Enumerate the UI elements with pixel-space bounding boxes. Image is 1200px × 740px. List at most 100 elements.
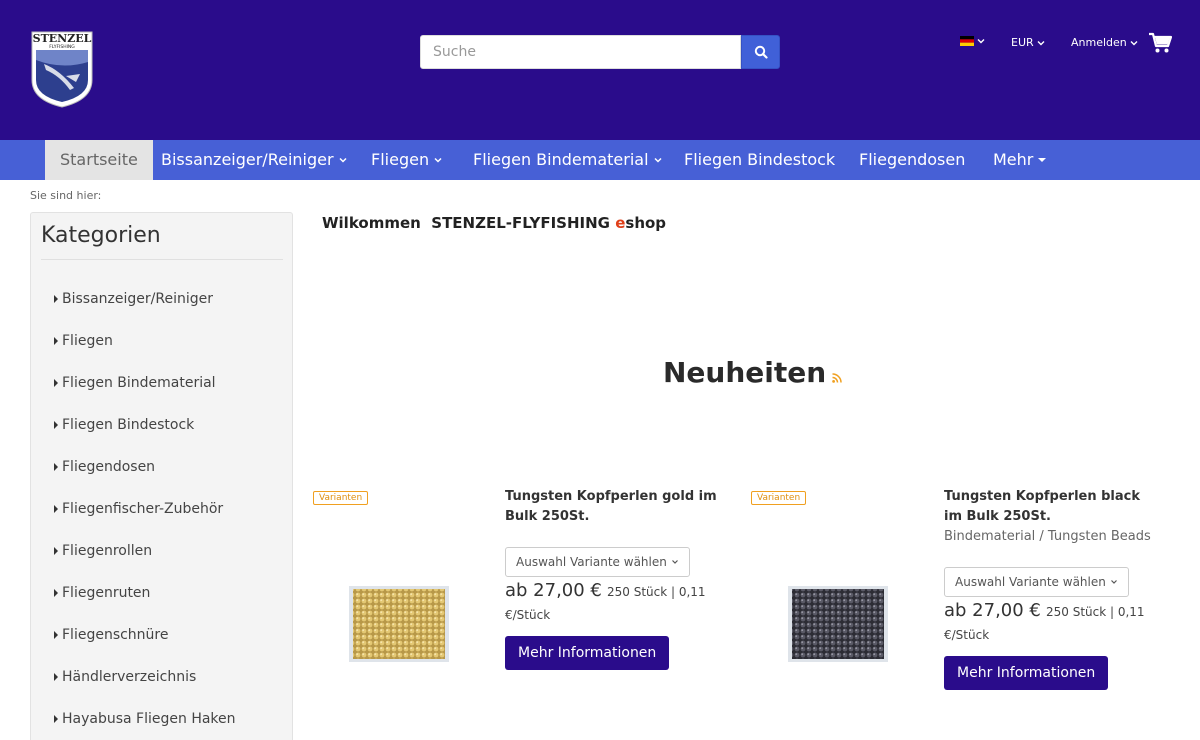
sidebar-item-label: Hayabusa Fliegen Haken (62, 711, 236, 727)
product-image-black-beads[interactable] (788, 586, 888, 662)
nav-fliegen-bindematerial[interactable]: Fliegen Bindematerial (473, 140, 662, 180)
chevron-down-icon (653, 157, 662, 163)
product-category[interactable]: Bindematerial / Tungsten Beads (944, 529, 1151, 544)
sidebar-item-label: Fliegenrollen (62, 543, 153, 559)
caret-right-icon (54, 337, 58, 345)
sidebar-item-label: Fliegen Bindestock (62, 417, 195, 433)
variant-select[interactable]: Auswahl Variante wählen (944, 567, 1129, 597)
welcome-heading: Wilkommen STENZEL-FLYFISHING eshop (322, 214, 666, 232)
svg-text:STENZEL: STENZEL (33, 32, 92, 45)
caret-down-icon (1038, 158, 1047, 162)
sidebar-item-label: Fliegen Bindematerial (62, 375, 216, 391)
caret-right-icon (54, 379, 58, 387)
caret-right-icon (54, 673, 58, 681)
nav-label: Fliegen (371, 150, 430, 169)
caret-right-icon (54, 589, 58, 597)
more-info-button[interactable]: Mehr Informationen (944, 656, 1109, 690)
sidebar-item-hayabusa[interactable]: Hayabusa Fliegen Haken (54, 711, 236, 727)
login-menu[interactable]: Anmelden (1071, 36, 1138, 49)
nav-label: Fliegen Bindestock (684, 150, 836, 169)
nav-mehr[interactable]: Mehr (993, 140, 1047, 180)
cart-icon (1149, 32, 1173, 53)
main-nav: Startseite Bissanzeiger/Reiniger Fliegen… (0, 140, 1200, 180)
product-title[interactable]: Tungsten Kopfperlen gold im Bulk 250St. (505, 487, 720, 527)
caret-right-icon (54, 715, 58, 723)
chevron-down-icon (1037, 40, 1045, 45)
product-title[interactable]: Tungsten Kopfperlen black im Bulk 250St. (944, 487, 1159, 527)
sidebar-item-fliegenruten[interactable]: Fliegenruten (54, 585, 150, 601)
category-sidebar: Kategorien Bissanzeiger/Reiniger Fliegen… (30, 212, 293, 740)
nav-bissanzeiger[interactable]: Bissanzeiger/Reiniger (161, 140, 347, 180)
nav-label: Startseite (60, 150, 138, 169)
sidebar-item-fliegenfischer-zubehoer[interactable]: Fliegenfischer-Zubehör (54, 501, 223, 517)
sidebar-item-label: Fliegen (62, 333, 113, 349)
site-header: STENZEL FLYFISHING EUR Anmelden (0, 0, 1200, 140)
sidebar-item-fliegen-bindestock[interactable]: Fliegen Bindestock (54, 417, 194, 433)
login-label: Anmelden (1071, 36, 1127, 49)
sidebar-item-label: Händlerverzeichnis (62, 669, 197, 685)
chevron-down-icon (977, 39, 985, 44)
more-info-button[interactable]: Mehr Informationen (505, 636, 670, 670)
chevron-down-icon (1110, 580, 1117, 584)
variant-select[interactable]: Auswahl Variante wählen (505, 547, 690, 577)
sidebar-item-label: Bissanzeiger/Reiniger (62, 291, 213, 307)
sidebar-item-fliegendosen[interactable]: Fliegendosen (54, 459, 155, 475)
sidebar-item-haendlerverzeichnis[interactable]: Händlerverzeichnis (54, 669, 196, 685)
stenzel-logo[interactable]: STENZEL FLYFISHING (30, 30, 94, 108)
cart-button[interactable] (1148, 32, 1173, 54)
welcome-suffix: shop (625, 214, 667, 232)
caret-right-icon (54, 463, 58, 471)
svg-text:FLYFISHING: FLYFISHING (49, 44, 75, 50)
nav-fliegen-bindestock[interactable]: Fliegen Bindestock (684, 140, 835, 180)
sidebar-item-fliegen-bindematerial[interactable]: Fliegen Bindematerial (54, 375, 216, 391)
search-bar (420, 35, 780, 69)
sidebar-item-label: Fliegendosen (62, 459, 156, 475)
sidebar-item-bissanzeiger[interactable]: Bissanzeiger/Reiniger (54, 291, 213, 307)
chevron-down-icon (1130, 40, 1138, 45)
price-value: ab 27,00 € (505, 580, 602, 601)
variant-label: Auswahl Variante wählen (955, 575, 1106, 589)
nav-startseite[interactable]: Startseite (45, 140, 153, 180)
sidebar-title: Kategorien (41, 223, 161, 248)
news-title: Neuheiten (663, 356, 827, 389)
price-value: ab 27,00 € (944, 600, 1041, 621)
nav-label: Bissanzeiger/Reiniger (161, 150, 334, 169)
sidebar-item-label: Fliegenfischer-Zubehör (62, 501, 224, 517)
rss-icon[interactable] (832, 373, 842, 383)
search-input[interactable] (420, 35, 741, 69)
variants-badge: Varianten (751, 491, 807, 505)
chevron-down-icon (671, 560, 678, 564)
nav-fliegen[interactable]: Fliegen (371, 140, 442, 180)
chevron-down-icon (434, 157, 442, 163)
welcome-accent: e (615, 214, 626, 232)
news-heading: Neuheiten (663, 356, 842, 389)
nav-fliegendosen[interactable]: Fliegendosen (859, 140, 965, 180)
caret-right-icon (54, 547, 58, 555)
welcome-text: Wilkommen STENZEL-FLYFISHING (322, 214, 616, 232)
sidebar-item-fliegenrollen[interactable]: Fliegenrollen (54, 543, 152, 559)
german-flag-icon (960, 36, 974, 46)
search-button[interactable] (741, 35, 780, 69)
caret-right-icon (54, 295, 58, 303)
sidebar-item-fliegen[interactable]: Fliegen (54, 333, 113, 349)
currency-label: EUR (1011, 36, 1034, 49)
caret-right-icon (54, 631, 58, 639)
sidebar-item-label: Fliegenruten (62, 585, 151, 601)
nav-label: Fliegen Bindematerial (473, 150, 649, 169)
search-icon (754, 45, 768, 59)
variant-label: Auswahl Variante wählen (516, 555, 667, 569)
sidebar-item-fliegenschnuere[interactable]: Fliegenschnüre (54, 627, 169, 643)
caret-right-icon (54, 505, 58, 513)
nav-label: Mehr (993, 150, 1034, 169)
currency-selector[interactable]: EUR (1011, 36, 1045, 49)
variants-badge: Varianten (313, 491, 369, 505)
product-price: ab 27,00 € 250 Stück | 0,11 €/Stück (944, 600, 1164, 646)
breadcrumb: Sie sind hier: (30, 189, 102, 202)
divider (41, 259, 283, 260)
language-selector[interactable] (960, 36, 985, 46)
product-image-gold-beads[interactable] (349, 586, 449, 662)
product-price: ab 27,00 € 250 Stück | 0,11 €/Stück (505, 580, 725, 626)
nav-label: Fliegendosen (859, 150, 966, 169)
chevron-down-icon (339, 157, 347, 163)
caret-right-icon (54, 421, 58, 429)
